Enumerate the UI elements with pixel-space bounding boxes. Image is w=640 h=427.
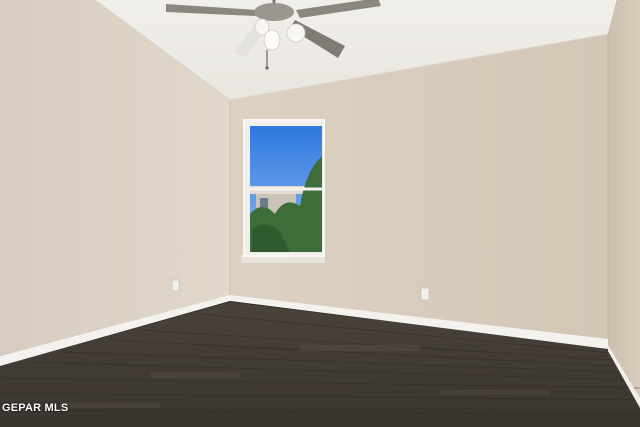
right-wall (608, 0, 640, 400)
window (241, 119, 325, 263)
outlet-icon (420, 287, 430, 301)
room-photo: GEPAR MLS (0, 0, 640, 427)
room-illustration (0, 0, 640, 427)
watermark-text: GEPAR MLS (2, 402, 69, 414)
outlet-icon (171, 279, 180, 292)
